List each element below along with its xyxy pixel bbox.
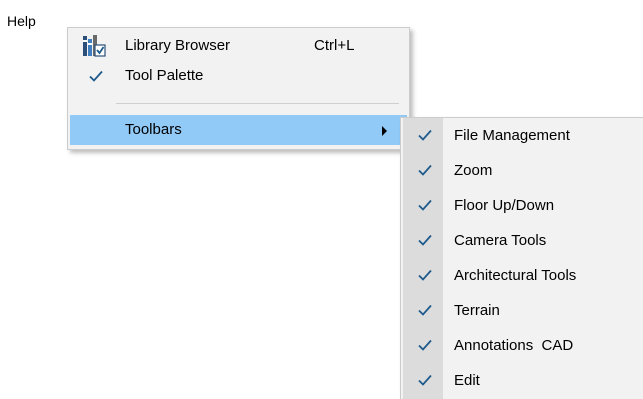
menu-item-tool-palette[interactable]: Tool Palette bbox=[70, 61, 407, 91]
annotations-cad-label: Annotations CAD bbox=[454, 337, 574, 354]
submenu-arrow-icon bbox=[382, 126, 387, 136]
architectural-tools-label: Architectural Tools bbox=[454, 267, 577, 284]
library-browser-shortcut: Ctrl+L bbox=[314, 37, 355, 54]
checkmark-icon bbox=[418, 129, 432, 141]
screen: Help Library Browser Ctrl+L Tool Palette bbox=[0, 0, 643, 399]
zoom-label: Zoom bbox=[454, 162, 493, 179]
terrain-label: Terrain bbox=[454, 302, 500, 319]
menu-item-toolbars[interactable]: Toolbars bbox=[70, 115, 407, 145]
toolbars-label: Toolbars bbox=[125, 121, 182, 138]
floor-up-down-label: Floor Up/Down bbox=[454, 197, 555, 214]
checkmark-icon bbox=[418, 374, 432, 386]
submenu-item-architectural-tools[interactable]: Architectural Tools bbox=[403, 258, 643, 293]
submenu-item-camera-tools[interactable]: Camera Tools bbox=[403, 223, 643, 258]
toolbars-submenu: File Management Zoom Floor Up/Down Camer… bbox=[400, 117, 643, 399]
submenu-item-file-management[interactable]: File Management bbox=[403, 118, 643, 153]
checkmark-icon bbox=[418, 269, 432, 281]
checkmark-icon bbox=[418, 339, 432, 351]
menubar-help[interactable]: Help bbox=[7, 12, 36, 30]
submenu-item-floor-up-down[interactable]: Floor Up/Down bbox=[403, 188, 643, 223]
submenu-item-edit[interactable]: Edit bbox=[403, 363, 643, 398]
submenu-item-terrain[interactable]: Terrain bbox=[403, 293, 643, 328]
library-browser-icon bbox=[83, 35, 106, 57]
library-browser-label: Library Browser bbox=[125, 37, 231, 54]
checkmark-icon bbox=[418, 164, 432, 176]
menu-separator bbox=[116, 103, 399, 104]
edit-label: Edit bbox=[454, 372, 480, 389]
camera-tools-label: Camera Tools bbox=[454, 232, 547, 249]
submenu-item-zoom[interactable]: Zoom bbox=[403, 153, 643, 188]
submenu-item-annotations-cad[interactable]: Annotations CAD bbox=[403, 328, 643, 363]
file-management-label: File Management bbox=[454, 127, 570, 144]
checkmark-icon bbox=[418, 199, 432, 211]
tool-palette-label: Tool Palette bbox=[125, 67, 204, 84]
view-menu-dropdown: Library Browser Ctrl+L Tool Palette Tool… bbox=[67, 27, 410, 150]
checkmark-icon bbox=[89, 70, 103, 82]
checkmark-icon bbox=[418, 304, 432, 316]
checkmark-icon bbox=[418, 234, 432, 246]
menu-item-library-browser[interactable]: Library Browser Ctrl+L bbox=[70, 31, 407, 61]
